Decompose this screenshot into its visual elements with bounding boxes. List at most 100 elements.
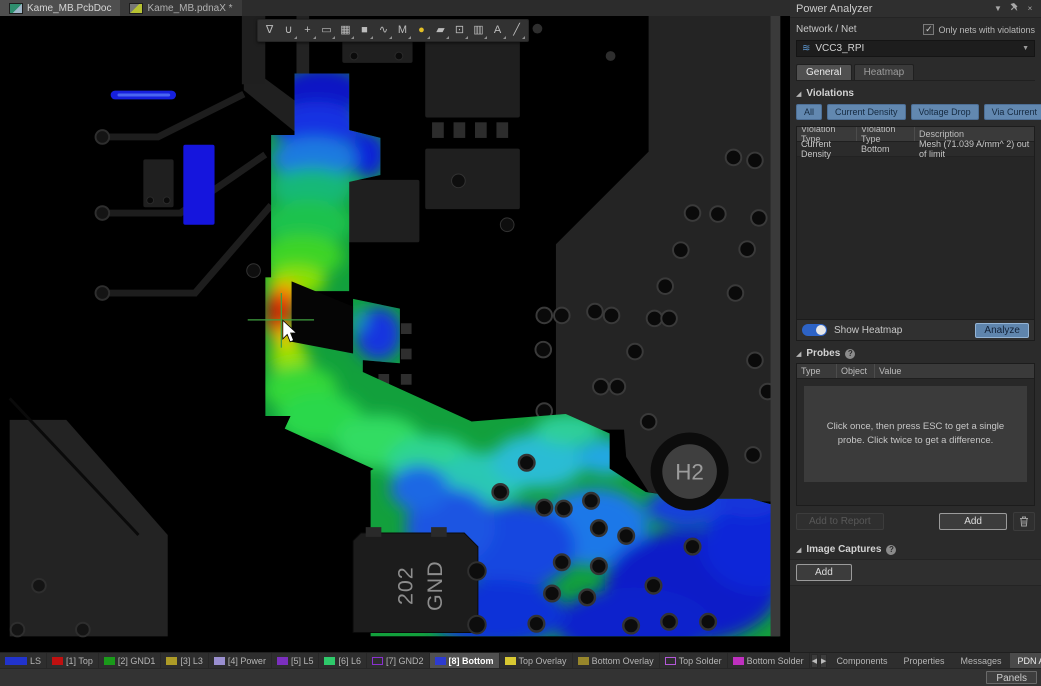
panel-header: Power Analyzer ▼ × [790, 0, 1041, 18]
measure-icon[interactable]: M [393, 21, 412, 40]
bottom-tab-pdn-analyzer[interactable]: PDN Analyzer [1010, 653, 1041, 668]
layer-item-bottom-solder[interactable]: Bottom Solder [728, 653, 810, 668]
zoom-region-icon[interactable]: ⊡ [450, 21, 469, 40]
layer-item-label: Bottom Solder [747, 656, 804, 666]
filter-current-density-button[interactable]: Current Density [827, 104, 906, 120]
select-region-icon[interactable]: ▭ [317, 21, 336, 40]
pcb-drawing[interactable]: H2 202 GND [0, 16, 790, 652]
vertical-scrollbar[interactable] [771, 16, 781, 636]
panel-title: Power Analyzer [796, 3, 987, 15]
image-captures-section-header[interactable]: ◢ Image Captures ? [790, 537, 1041, 559]
violations-section-header[interactable]: ◢ Violations [790, 81, 1041, 103]
layer-item--2-gnd1[interactable]: [2] GND1 [99, 653, 162, 668]
show-heatmap-toggle[interactable] [802, 324, 827, 336]
layer-item-top-overlay[interactable]: Top Overlay [500, 653, 573, 668]
add-to-report-button[interactable]: Add to Report [796, 513, 884, 530]
layer-item--8-bottom[interactable]: [8] Bottom [430, 653, 500, 668]
layer-item--3-l3[interactable]: [3] L3 [161, 653, 209, 668]
layer-item-ls[interactable]: LS [0, 653, 47, 668]
filter-via-current-button[interactable]: Via Current [984, 104, 1041, 120]
probes-buttons: Add to Report Add [796, 512, 1035, 531]
layer-item-top-solder[interactable]: Top Solder [660, 653, 728, 668]
layer-item--5-l5[interactable]: [5] L5 [272, 653, 320, 668]
panel-menu-icon[interactable]: ▼ [993, 4, 1003, 13]
violation-layer-cell: Bottom [857, 144, 915, 154]
violation-description-cell: Mesh (71.039 A/mm^ 2) out of limit [915, 139, 1034, 159]
document-tabbar: Kame_MB.PcbDoc Kame_MB.pdnaX * [0, 0, 790, 16]
violations-table[interactable]: Violation Type Violation Type Descriptio… [796, 126, 1035, 320]
doc-tab-pdnax[interactable]: Kame_MB.pdnaX * [120, 0, 241, 16]
text-tool-icon[interactable]: A [488, 21, 507, 40]
layer-item--7-gnd2[interactable]: [7] GND2 [367, 653, 430, 668]
add-probe-button[interactable]: Add [939, 513, 1007, 530]
altium-window: Kame_MB.PcbDoc Kame_MB.pdnaX * [0, 0, 1041, 686]
line-tool-icon[interactable]: ╱ [507, 21, 526, 40]
layer-color-swatch [214, 657, 225, 665]
violation-type-cell: Current Density [797, 139, 857, 159]
layer-item--1-top[interactable]: [1] Top [47, 653, 99, 668]
filter-voltage-drop-button[interactable]: Voltage Drop [911, 104, 979, 120]
violation-row[interactable]: Current Density Bottom Mesh (71.039 A/mm… [797, 142, 1034, 157]
image-captures-header-label: Image Captures [806, 544, 881, 555]
pcbdoc-icon [9, 3, 23, 14]
layer-color-swatch [277, 657, 288, 665]
add-capture-button[interactable]: Add [796, 564, 852, 581]
close-icon[interactable]: × [1025, 4, 1035, 13]
only-violations-checkbox[interactable]: ✓ Only nets with violations [923, 24, 1035, 35]
probes-section-header[interactable]: ◢ Probes ? [790, 341, 1041, 363]
violations-header-label: Violations [806, 88, 854, 99]
chip-202-gnd[interactable]: 202 GND [353, 527, 486, 633]
layer-item-label: Top Overlay [519, 656, 567, 666]
col-violation-type-2[interactable]: Violation Type [857, 127, 915, 141]
probes-table[interactable]: Type Object Value Click once, then press… [796, 363, 1035, 506]
probe-pin-icon[interactable]: ● [412, 21, 431, 40]
layer-color-swatch [104, 657, 115, 665]
layer-item-label: [5] L5 [291, 656, 314, 666]
chip-net-label: GND [423, 560, 447, 611]
col-value[interactable]: Value [875, 364, 1034, 378]
layer-color-swatch [166, 657, 177, 665]
doc-tab-pcbdoc[interactable]: Kame_MB.PcbDoc [0, 0, 120, 16]
chart-icon[interactable]: ▥ [469, 21, 488, 40]
snap-magnet-icon[interactable]: ∪ [279, 21, 298, 40]
layer-color-swatch [733, 657, 744, 665]
spline-icon[interactable]: ∿ [374, 21, 393, 40]
tab-heatmap[interactable]: Heatmap [854, 64, 915, 80]
panels-button[interactable]: Panels [986, 671, 1037, 684]
pcb-canvas[interactable]: H2 202 GND [0, 16, 790, 652]
status-bar: Panels [0, 668, 1041, 686]
layer-color-swatch [372, 657, 383, 665]
probes-table-header: Type Object Value [797, 364, 1034, 379]
analyze-button[interactable]: Analyze [975, 323, 1029, 338]
layer-color-swatch [665, 657, 676, 665]
pin-icon[interactable] [1009, 3, 1019, 15]
filter-all-button[interactable]: All [796, 104, 822, 120]
layer-item-bottom-overlay[interactable]: Bottom Overlay [573, 653, 660, 668]
polygon-pour-icon[interactable]: ■ [355, 21, 374, 40]
probes-hint: Click once, then press ESC to get a sing… [804, 386, 1027, 482]
chevron-down-icon: ▼ [1022, 45, 1029, 52]
mounting-hole-h2[interactable]: H2 [651, 433, 729, 511]
bottom-tab-properties[interactable]: Properties [895, 653, 952, 668]
net-icon: ≋ [802, 43, 810, 54]
pad-display-icon[interactable]: ▦ [336, 21, 355, 40]
power-analyzer-panel: Power Analyzer ▼ × Network / Net ✓ Only … [790, 0, 1041, 652]
net-select[interactable]: ≋ VCC3_RPI ▼ [796, 40, 1035, 57]
layer-stack-icon[interactable]: ▰ [431, 21, 450, 40]
scroll-right-button[interactable]: ▶ [820, 654, 827, 668]
col-type[interactable]: Type [797, 364, 837, 378]
origin-cross-icon[interactable]: + [298, 21, 317, 40]
doc-tab-label: Kame_MB.pdnaX * [147, 3, 232, 14]
bottom-tab-components[interactable]: Components [828, 653, 895, 668]
col-object[interactable]: Object [837, 364, 875, 378]
panel-tabs: GeneralHeatmap [796, 64, 1035, 81]
tab-general[interactable]: General [796, 64, 852, 80]
scroll-left-button[interactable]: ◀ [811, 654, 818, 668]
layer-item-label: Top Solder [679, 656, 722, 666]
bottom-tab-messages[interactable]: Messages [953, 653, 1010, 668]
delete-probe-button[interactable] [1013, 512, 1035, 531]
filter-icon[interactable]: ∇ [260, 21, 279, 40]
layer-item--6-l6[interactable]: [6] L6 [319, 653, 367, 668]
network-label: Network / Net [796, 24, 857, 35]
layer-item--4-power[interactable]: [4] Power [209, 653, 272, 668]
